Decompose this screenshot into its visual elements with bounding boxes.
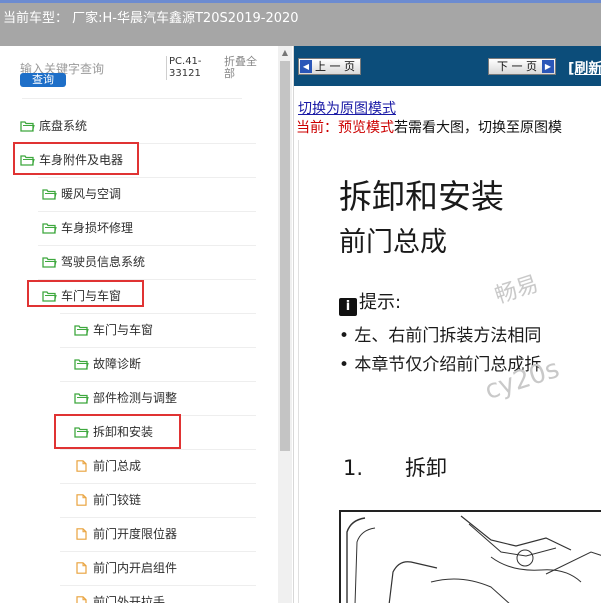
tree-item-doors-windows-sub[interactable]: 车门与车窗 <box>74 318 153 342</box>
tree-item-front-door-hinge[interactable]: 前门铰链 <box>74 488 141 512</box>
doc-subtitle: 前门总成 <box>339 227 447 258</box>
switch-original-mode-link[interactable]: 切换为原图模式 <box>298 98 396 118</box>
tree-item-label: 驾驶员信息系统 <box>61 255 146 269</box>
tree-item-body-repair[interactable]: 车身损坏修理 <box>42 216 133 240</box>
current-mode-hint: 若需看大图，切换至原图模 <box>394 120 562 136</box>
tree-item-label: 车门与车窗 <box>93 323 154 337</box>
tree-separator <box>60 585 256 586</box>
tree-view: 底盘系统 车身附件及电器 暖风与空调 车身损坏修理 驾驶员信息系统 车门与车窗 … <box>0 98 278 603</box>
title-bar-accent <box>0 0 601 3</box>
tree-item-door-check[interactable]: 前门开度限位器 <box>74 522 177 546</box>
tree-item-diagnosis[interactable]: 故障诊断 <box>74 352 141 376</box>
highlight-box <box>27 280 144 307</box>
tree-item-label: 前门开度限位器 <box>93 527 178 541</box>
doc-title: 拆卸和安装 <box>339 177 504 216</box>
info-icon: i <box>339 298 357 316</box>
door-illustration <box>339 510 601 603</box>
doc-tip-label: 提示: <box>359 292 402 313</box>
document-icon <box>76 596 87 603</box>
window-title: 当前车型： 厂家:H-华晨汽车鑫源T20S2019-2020 <box>3 11 299 26</box>
tree-separator <box>60 551 256 552</box>
folder-open-icon <box>74 393 89 404</box>
tree-item-front-door-assembly[interactable]: 前门总成 <box>74 454 141 478</box>
document-icon <box>76 494 87 506</box>
tree-separator <box>60 313 256 314</box>
scroll-up-icon[interactable]: ▲ <box>280 48 290 58</box>
tree-item-label: 暖风与空调 <box>61 187 122 201</box>
doc-bullet: • 左、右前门拆装方法相同 <box>339 326 542 346</box>
left-panel: 输入关键字查询 查询 PC.41-33121 折叠全部 底盘系统 车身附件及电器… <box>0 46 294 603</box>
current-mode-value: 预览模式 <box>338 120 394 136</box>
doc-step: 1. 拆卸 <box>343 452 447 482</box>
document-icon <box>76 528 87 540</box>
highlight-box <box>54 414 181 449</box>
tree-item-outer-handle[interactable]: 前门外开拉手 <box>74 590 165 603</box>
arrow-left-icon: ◀ <box>300 60 312 73</box>
refresh-link[interactable]: [刷新 <box>568 58 601 78</box>
tree-separator <box>60 517 256 518</box>
tree-separator <box>60 449 256 450</box>
tree-item-label: 前门外开拉手 <box>93 595 166 603</box>
folder-open-icon <box>42 189 57 200</box>
current-mode-line: 当前：预览模式若需看大图，切换至原图模 <box>296 117 562 137</box>
tree-item-label: 前门铰链 <box>93 493 142 507</box>
tree-item-label: 车身损坏修理 <box>61 221 134 235</box>
folder-open-icon <box>74 359 89 370</box>
tree-item-label: 底盘系统 <box>39 119 88 133</box>
doc-step-text: 拆卸 <box>405 456 448 480</box>
pc-code: PC.41-33121 <box>166 56 208 80</box>
current-mode-label: 当前： <box>296 120 338 136</box>
folder-open-icon <box>42 257 57 268</box>
folder-open-icon <box>42 223 57 234</box>
tree-separator <box>60 347 256 348</box>
arrow-right-icon: ▶ <box>542 60 554 73</box>
folder-open-icon <box>20 121 35 132</box>
doc-step-number: 1. <box>343 456 364 480</box>
document-icon <box>76 460 87 472</box>
tree-separator <box>38 177 256 178</box>
tree-item-label: 前门总成 <box>93 459 142 473</box>
tree-separator <box>38 245 256 246</box>
tree-separator <box>60 381 256 382</box>
next-page-label: 下 一 页 <box>497 60 537 73</box>
prev-page-label: 上 一 页 <box>315 60 355 73</box>
tree-item-label: 故障诊断 <box>93 357 142 371</box>
tree-scrollbar[interactable]: ▲ <box>278 46 292 603</box>
next-page-button[interactable]: 下 一 页 ▶ <box>488 58 556 75</box>
tree-item-driver-info[interactable]: 驾驶员信息系统 <box>42 250 145 274</box>
folder-open-icon <box>74 325 89 336</box>
tree-separator <box>38 211 256 212</box>
tree-separator <box>22 98 242 99</box>
tree-item-inner-handle[interactable]: 前门内开启组件 <box>74 556 177 580</box>
tree-item-hvac[interactable]: 暖风与空调 <box>42 182 121 206</box>
tree-item-label: 部件检测与调整 <box>93 391 178 405</box>
watermark: 畅易 <box>491 271 542 310</box>
tree-item-chassis[interactable]: 底盘系统 <box>20 114 87 138</box>
highlight-box <box>13 142 139 175</box>
document-preview: 拆卸和安装 前门总成 畅易 i 提示: • 左、右前门拆装方法相同 • 本章节仅介… <box>298 140 601 603</box>
page-nav-bar: ◀ 上 一 页 下 一 页 ▶ [刷新 <box>294 46 601 86</box>
tree-item-label: 前门内开启组件 <box>93 561 178 575</box>
search-button[interactable]: 查询 <box>20 73 66 87</box>
scrollbar-thumb[interactable] <box>280 61 290 451</box>
title-bar: 当前车型： 厂家:H-华晨汽车鑫源T20S2019-2020 <box>0 0 601 46</box>
document-icon <box>76 562 87 574</box>
tree-separator <box>60 483 256 484</box>
prev-page-button[interactable]: ◀ 上 一 页 <box>298 58 361 75</box>
collapse-all-button[interactable]: 折叠全部 <box>224 56 264 80</box>
tree-item-inspection[interactable]: 部件检测与调整 <box>74 386 177 410</box>
door-drawing-icon <box>346 515 601 603</box>
doc-tip: i 提示: <box>339 288 401 316</box>
content-panel: ◀ 上 一 页 下 一 页 ▶ [刷新 切换为原图模式 当前：预览模式若需看大图，切… <box>294 46 601 603</box>
